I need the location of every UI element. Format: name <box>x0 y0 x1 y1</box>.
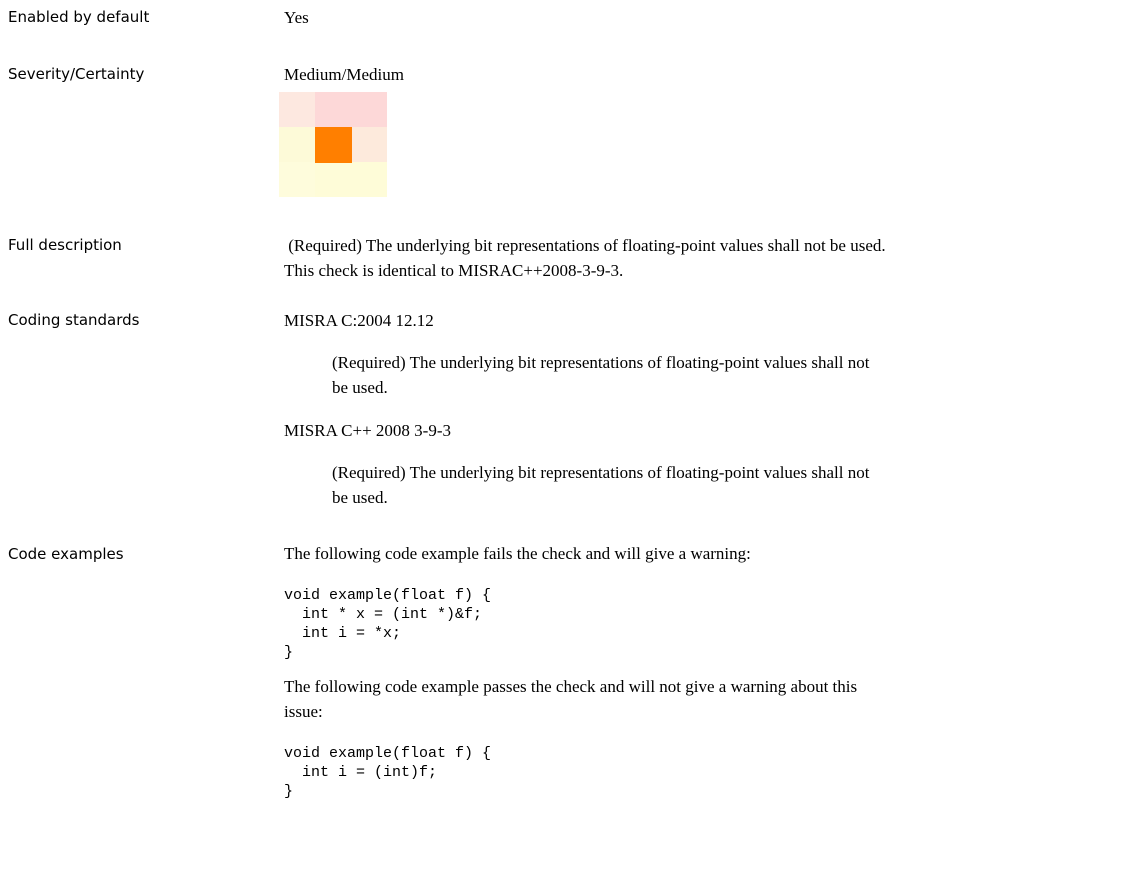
pass-code-block: void example(float f) { int i = (int)f; … <box>284 745 492 800</box>
severity-grid-cell <box>279 92 315 127</box>
pass-example-intro-cont: issue: <box>284 702 323 721</box>
fail-example-intro: The following code example fails the che… <box>284 544 751 563</box>
severity-grid-cell <box>315 162 351 197</box>
severity-grid-cell <box>351 127 387 162</box>
pass-example-intro: The following code example passes the ch… <box>284 677 858 696</box>
severity-grid-cell <box>279 162 315 197</box>
coding-standard-description: (Required) The underlying bit representa… <box>332 463 870 482</box>
coding-standard-description-cont: be used. <box>332 378 388 397</box>
full-description-line-1: (Required) The underlying bit representa… <box>284 236 886 255</box>
severity-grid-cell <box>351 92 387 127</box>
coding-standard-description-cont: be used. <box>332 488 388 507</box>
coding-standard-title: MISRA C++ 2008 3-9-3 <box>284 421 451 440</box>
severity-grid-cell <box>351 162 387 197</box>
full-description-label: Full description <box>8 236 122 254</box>
severity-certainty-grid <box>279 92 387 197</box>
coding-standards-label: Coding standards <box>8 311 140 329</box>
enabled-by-default-label: Enabled by default <box>8 8 150 26</box>
enabled-by-default-value: Yes <box>284 8 309 27</box>
severity-certainty-value: Medium/Medium <box>284 65 404 84</box>
full-description-line-2: This check is identical to MISRAC++2008-… <box>284 261 624 280</box>
code-examples-label: Code examples <box>8 545 124 563</box>
severity-grid-cell <box>279 127 315 162</box>
coding-standard-description: (Required) The underlying bit representa… <box>332 353 870 372</box>
severity-certainty-label: Severity/Certainty <box>8 65 145 83</box>
severity-certainty-marker <box>315 127 352 163</box>
fail-code-block: void example(float f) { int * x = (int *… <box>284 587 492 661</box>
severity-grid-cell <box>315 92 351 127</box>
coding-standard-title: MISRA C:2004 12.12 <box>284 311 434 330</box>
